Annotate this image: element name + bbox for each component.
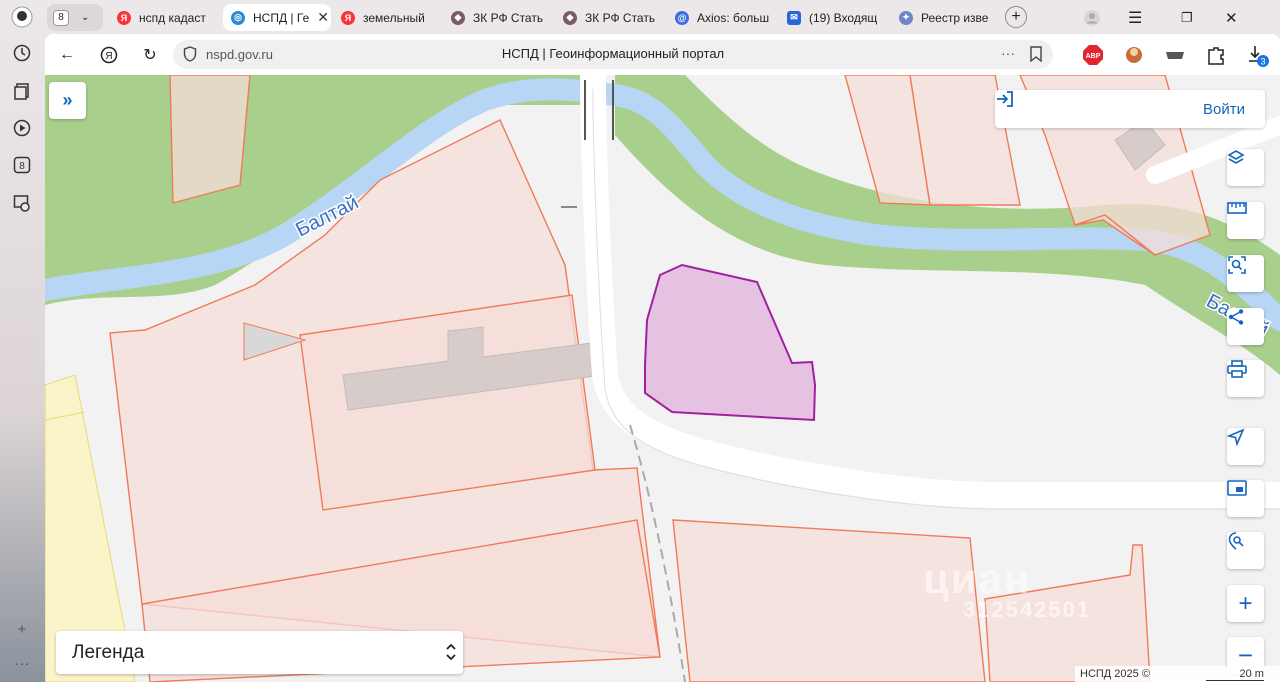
share-icon — [1228, 309, 1244, 325]
expand-panel-button[interactable]: » — [49, 82, 86, 119]
more-icon[interactable]: ··· — [11, 652, 33, 674]
login-button[interactable]: Войти — [995, 90, 1265, 128]
selected-parcel[interactable] — [644, 263, 817, 422]
adblock-icon[interactable]: ABP — [1081, 43, 1105, 67]
measure-button[interactable] — [1227, 202, 1264, 239]
legend-dropdown[interactable]: Легенда — [56, 631, 463, 674]
scale-bar: 20 m — [1205, 668, 1264, 681]
zoom-in-button[interactable]: + — [1227, 585, 1264, 622]
ruler-icon — [1227, 202, 1247, 214]
navigation-bar: ← Я ↻ nspd.gov.ru НСПД | Геоинформационн… — [45, 34, 1280, 75]
layers-icon — [1227, 150, 1245, 164]
tab-land[interactable]: Я земельный — [341, 4, 441, 31]
area-search-icon — [1228, 256, 1246, 274]
extension-tray-icon[interactable] — [1163, 43, 1187, 67]
tab-group-button[interactable]: 8 ⌄ — [47, 4, 103, 31]
tab-zk-rf-1[interactable]: ◆ ЗК РФ Стать — [451, 4, 557, 31]
downloads-icon[interactable]: 3 — [1245, 43, 1269, 67]
tab-registry[interactable]: ✦ Реестр изве — [899, 4, 1005, 31]
watermark-text: циан — [923, 555, 1032, 602]
parcel — [169, 75, 251, 204]
layers-button[interactable] — [1227, 149, 1264, 186]
location-search-icon — [1228, 532, 1244, 550]
print-button[interactable] — [1227, 360, 1264, 397]
yandex-icon: Я — [117, 10, 131, 25]
map-layer: Балтай Балтай — [45, 75, 1280, 682]
yandex-home-icon[interactable]: Я — [97, 43, 121, 67]
browser-window: 8 + ··· 8 ⌄ Я нспд кадаст ◎ НСПД | Ге ✕ … — [0, 0, 1280, 682]
map-canvas[interactable]: Балтай Балтай циан 312542501 » Войти — [45, 75, 1280, 682]
tab-count-badge: 8 — [53, 9, 69, 26]
yandex-icon: Я — [341, 10, 355, 25]
svg-text:ABP: ABP — [1086, 53, 1101, 60]
nspd-icon: ◎ — [231, 10, 245, 25]
login-label: Войти — [1203, 100, 1245, 118]
svg-text:8: 8 — [19, 161, 25, 172]
mail-icon: ✉ — [787, 10, 801, 25]
svg-text:3: 3 — [1260, 57, 1265, 67]
map-footer: НСПД 2025 © 20 m — [1075, 666, 1280, 682]
extension-bird-icon[interactable] — [1122, 43, 1146, 67]
axios-icon: @ — [675, 10, 689, 25]
close-icon[interactable]: ✕ — [317, 9, 329, 26]
video-icon[interactable] — [11, 117, 33, 139]
extensions-icon[interactable] — [1204, 43, 1228, 67]
navigation-arrow-icon — [1227, 428, 1245, 446]
reload-icon[interactable]: ↻ — [138, 43, 162, 67]
tab-nspd-portal[interactable]: ◎ НСПД | Ге ✕ — [223, 4, 331, 31]
tab-axios[interactable]: @ Axios: больш — [675, 4, 781, 31]
more-actions-icon[interactable]: ··· — [1001, 45, 1015, 61]
tab-label: Axios: больш — [697, 10, 770, 25]
bookmark-icon[interactable] — [1029, 46, 1043, 67]
history-icon[interactable] — [11, 42, 33, 64]
locate-search-button[interactable] — [1227, 532, 1264, 569]
screenshot-icon[interactable] — [11, 192, 33, 214]
restore-window-icon[interactable]: ❐ — [1181, 4, 1201, 31]
add-panel-icon[interactable]: + — [11, 618, 33, 640]
tab-zk-rf-2[interactable]: ◆ ЗК РФ Стать — [563, 4, 669, 31]
tab-counter-icon[interactable]: 8 — [11, 154, 33, 176]
chevron-down-icon: ⌄ — [81, 12, 90, 23]
picture-in-picture-icon — [1227, 480, 1247, 496]
alice-icon[interactable] — [11, 6, 33, 28]
tab-label: Реестр изве — [921, 10, 989, 25]
collections-icon[interactable] — [11, 80, 33, 102]
copyright-text: НСПД 2025 © — [1080, 668, 1150, 680]
printer-icon — [1227, 360, 1247, 378]
tab-label: (19) Входящ — [809, 10, 878, 25]
select-area-button[interactable] — [1227, 255, 1264, 292]
profile-icon[interactable] — [1083, 4, 1103, 31]
browser-sidebar: 8 + ··· — [0, 0, 45, 682]
consultant-icon: ◆ — [563, 10, 577, 25]
page-title: НСПД | Геоинформационный портал — [501, 46, 725, 61]
plus-icon: + — [1238, 589, 1253, 617]
tab-label: земельный — [363, 10, 425, 25]
new-tab-button[interactable]: + — [1005, 6, 1027, 28]
menu-icon[interactable]: ☰ — [1128, 4, 1148, 31]
tab-mail[interactable]: ✉ (19) Входящ — [787, 4, 893, 31]
tab-label: нспд кадаст — [139, 10, 206, 25]
back-icon[interactable]: ← — [55, 43, 79, 67]
address-bar[interactable]: nspd.gov.ru НСПД | Геоинформационный пор… — [173, 40, 1053, 69]
tab-label: ЗК РФ Стать — [473, 10, 544, 25]
tab-label: ЗК РФ Стать — [585, 10, 656, 25]
tab-strip: 8 ⌄ Я нспд кадаст ◎ НСПД | Ге ✕ Я земель… — [45, 0, 1280, 34]
emblem-icon: ✦ — [899, 10, 913, 25]
consultant-icon: ◆ — [451, 10, 465, 25]
close-window-icon[interactable]: ✕ — [1225, 4, 1245, 31]
tab-nspd-search[interactable]: Я нспд кадаст — [117, 4, 217, 31]
legend-label: Легенда — [72, 641, 145, 663]
share-button[interactable] — [1227, 308, 1264, 345]
geolocation-button[interactable] — [1227, 428, 1264, 465]
minimap-button[interactable] — [1227, 480, 1264, 517]
double-chevron-right-icon: » — [62, 90, 73, 110]
svg-text:Я: Я — [105, 51, 112, 62]
tab-label: НСПД | Ге — [253, 10, 310, 25]
watermark-id: 312542501 — [963, 597, 1092, 622]
